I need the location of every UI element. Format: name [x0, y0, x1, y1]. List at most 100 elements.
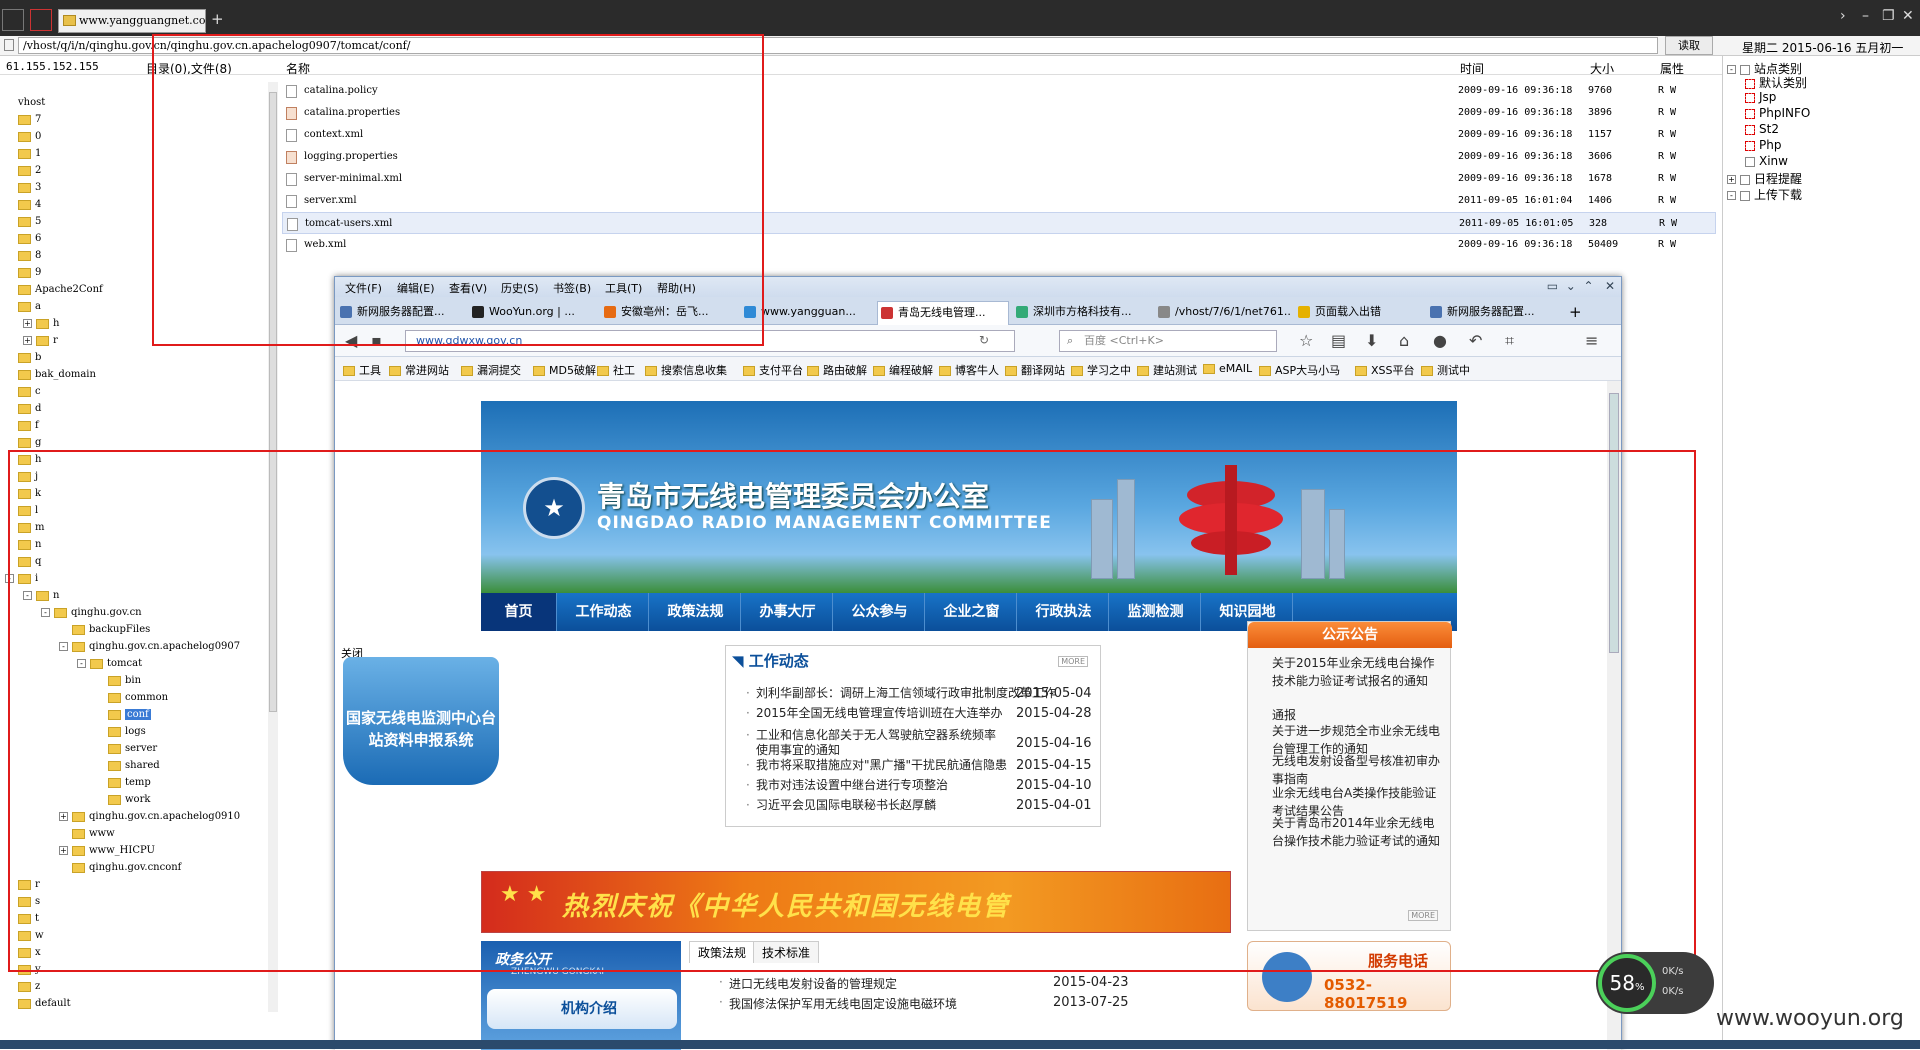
tree-node[interactable]: + r: [23, 334, 58, 348]
record-icon[interactable]: [30, 9, 52, 31]
home-icon[interactable]: ⌂: [1399, 331, 1409, 350]
file-attr: R W: [1658, 195, 1677, 206]
browser-tab[interactable]: 青岛无线电管理...: [877, 301, 1009, 325]
browser-tab[interactable]: 深圳市方格科技有...: [1013, 301, 1151, 325]
tree-node[interactable]: b: [18, 351, 41, 365]
folder-icon: [18, 114, 31, 125]
new-tab-button[interactable]: +: [211, 10, 224, 28]
right-panel-item[interactable]: - 上传下载: [1727, 186, 1802, 203]
right-panel-label: St2: [1759, 122, 1779, 136]
tree-node[interactable]: 5: [18, 215, 41, 229]
window-controls[interactable]: ▭ ⌄ ⌃ ✕: [1547, 279, 1615, 293]
right-panel-item[interactable]: Xinw: [1745, 154, 1788, 168]
tab-site[interactable]: www.yangguangnet.com: [58, 9, 206, 33]
org-intro-button[interactable]: 机构介绍: [487, 989, 677, 1029]
folder-icon: [36, 318, 49, 329]
chat-icon[interactable]: ●: [1433, 331, 1447, 350]
tree-node-label: f: [35, 420, 39, 431]
new-tab-button[interactable]: +: [1569, 303, 1582, 321]
right-panel-item[interactable]: St2: [1745, 122, 1779, 136]
expand-icon[interactable]: +: [23, 319, 32, 328]
bookmark-item[interactable]: 建站测试: [1137, 362, 1197, 378]
bookmark-label: 漏洞提交: [477, 364, 521, 377]
collapse-icon[interactable]: -: [1727, 191, 1736, 200]
file-time: 2009-09-16 09:36:18: [1458, 151, 1573, 162]
bookmark-item[interactable]: 翻译网站: [1005, 362, 1065, 378]
tree-node[interactable]: 9: [18, 266, 41, 280]
right-panel-item[interactable]: Php: [1745, 138, 1781, 152]
tree-node[interactable]: 7: [18, 113, 41, 127]
tree-node[interactable]: z: [18, 980, 40, 994]
bookmark-item[interactable]: 搜索信息收集: [645, 362, 727, 378]
collapse-icon[interactable]: -: [1727, 65, 1736, 74]
menu-icon[interactable]: ≡: [1585, 331, 1598, 350]
browser-tab[interactable]: 页面载入出错: [1295, 301, 1423, 325]
tree-node[interactable]: 4: [18, 198, 41, 212]
bookmark-item[interactable]: XSS平台: [1355, 362, 1415, 378]
network-gauge: 58% 0K/s 0K/s: [1596, 952, 1714, 1014]
file-icon: [4, 39, 14, 51]
reload-icon[interactable]: ↻: [979, 333, 989, 347]
browser-tab[interactable]: 新网服务器配置...: [1427, 301, 1563, 325]
expand-icon[interactable]: +: [1727, 175, 1736, 184]
tree-node[interactable]: g: [18, 436, 41, 450]
bookmark-item[interactable]: 工具: [343, 362, 381, 378]
tree-node-label: 8: [35, 250, 42, 261]
crop-icon[interactable]: ⌗: [1505, 331, 1514, 351]
tree-node[interactable]: 6: [18, 232, 41, 246]
bookmark-item[interactable]: 学习之中: [1071, 362, 1131, 378]
policy-item[interactable]: 我国修法保护军用无线电固定设施电磁环境: [719, 995, 957, 1012]
close-button[interactable]: ✕: [1902, 8, 1914, 24]
right-panel-item[interactable]: Jsp: [1745, 90, 1776, 104]
tree-node[interactable]: + h: [23, 317, 59, 331]
bookmark-item[interactable]: 支付平台: [743, 362, 803, 378]
tree-node[interactable]: 2: [18, 164, 41, 178]
tree-node[interactable]: default: [18, 997, 71, 1011]
item-icon: [1745, 92, 1755, 103]
bookmark-item[interactable]: 路由破解: [807, 362, 867, 378]
bookmark-item[interactable]: eMAIL: [1203, 362, 1252, 375]
minimize-button[interactable]: –: [1862, 8, 1869, 24]
bookmark-item[interactable]: 社工: [597, 362, 635, 378]
bookmark-item[interactable]: ASP大马小马: [1259, 362, 1340, 378]
tree-node[interactable]: d: [18, 402, 41, 416]
tree-node[interactable]: vhost: [18, 96, 45, 110]
bookmark-item[interactable]: 编程破解: [873, 362, 933, 378]
read-button[interactable]: 读取: [1665, 36, 1713, 55]
tab-favicon-icon: [1158, 306, 1170, 318]
bookmarks-icon[interactable]: ▤: [1331, 331, 1346, 350]
bookmark-item[interactable]: MD5破解: [533, 362, 596, 378]
tree-node[interactable]: 0: [18, 130, 41, 144]
tree-node[interactable]: a: [18, 300, 41, 314]
download-icon[interactable]: ⬇: [1365, 331, 1378, 350]
restore-button[interactable]: ❐: [1882, 8, 1895, 24]
bookmark-item[interactable]: 漏洞提交: [461, 362, 521, 378]
tree-node[interactable]: bak_domain: [18, 368, 96, 382]
browser-tab[interactable]: /vhost/7/6/1/net761...: [1155, 301, 1291, 325]
tree-node[interactable]: Apache2Conf: [18, 283, 103, 297]
search-input[interactable]: 百度 <Ctrl+K>: [1059, 330, 1277, 352]
bookmark-item[interactable]: 测试中: [1421, 362, 1470, 378]
right-panel-item[interactable]: PhpINFO: [1745, 106, 1810, 120]
tree-node[interactable]: 8: [18, 249, 41, 263]
expand-icon[interactable]: +: [23, 336, 32, 345]
app-icon[interactable]: [2, 9, 24, 31]
tree-node[interactable]: c: [18, 385, 41, 399]
tree-node[interactable]: f: [18, 419, 39, 433]
bookmark-label: eMAIL: [1219, 362, 1253, 375]
tree-node-label: bak_domain: [35, 369, 96, 380]
bookmark-label: 博客牛人: [955, 364, 999, 377]
bookmark-item[interactable]: 博客牛人: [939, 362, 999, 378]
bookmark-label: 工具: [359, 364, 381, 377]
right-panel-item[interactable]: + 日程提醒: [1727, 170, 1802, 187]
tree-node[interactable]: 3: [18, 181, 41, 195]
undo-icon[interactable]: ↶: [1469, 331, 1482, 350]
chevron-right-icon[interactable]: ›: [1840, 8, 1846, 24]
tree-node[interactable]: 1: [18, 147, 41, 161]
tree-node-label: 3: [35, 182, 42, 193]
bookmark-item[interactable]: 常进网站: [389, 362, 449, 378]
star-icon[interactable]: ☆: [1299, 331, 1313, 350]
policy-item[interactable]: 进口无线电发射设备的管理规定: [719, 975, 897, 992]
right-panel-item[interactable]: 默认类别: [1745, 74, 1807, 91]
policy-date: 2013-07-25: [1053, 995, 1129, 1010]
